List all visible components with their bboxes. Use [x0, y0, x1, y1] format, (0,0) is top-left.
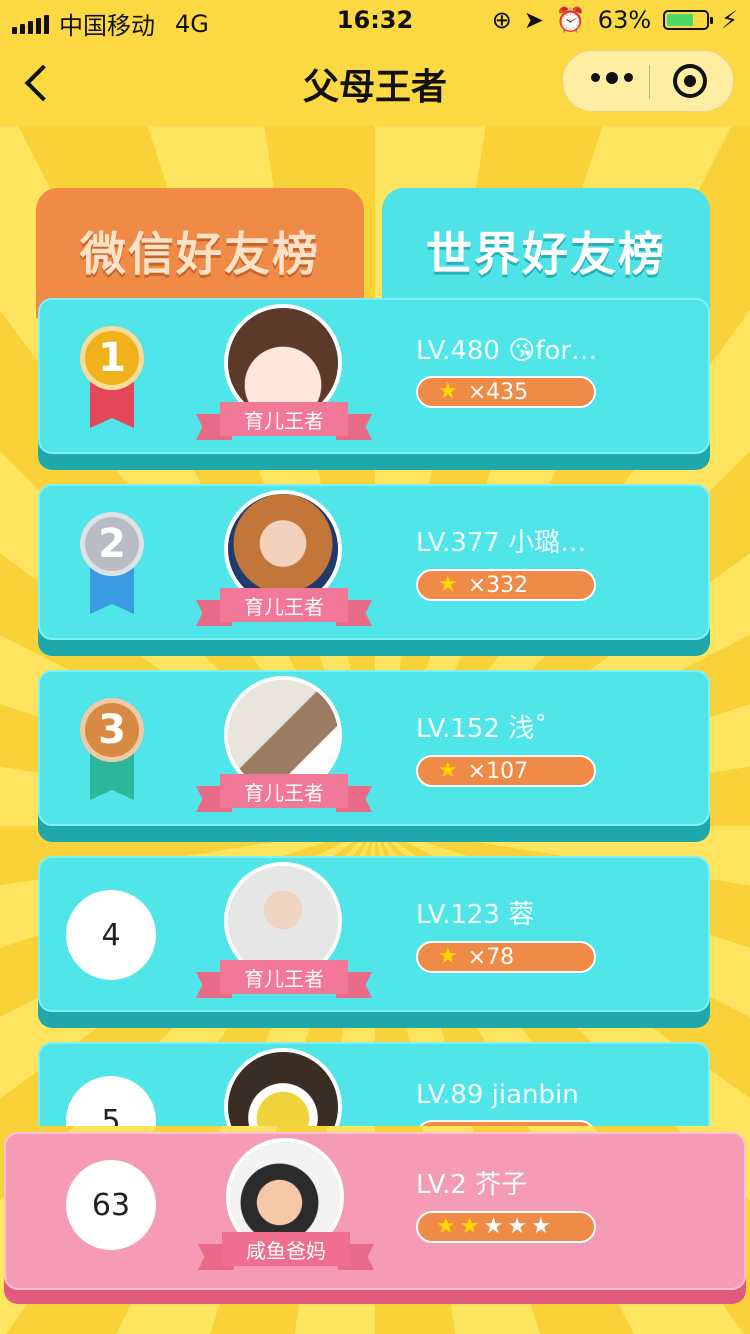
star-icon: ★	[438, 944, 458, 969]
star-empty-icon: ★	[483, 1214, 504, 1239]
star-icon: ★	[438, 379, 458, 404]
level-and-name: LV.377 小璐…	[416, 528, 587, 558]
alarm-icon: ⏰	[555, 6, 586, 34]
star-icon: ★	[438, 1125, 458, 1127]
nav-bar: 父母王者	[0, 40, 750, 126]
star-count-pill: ★	[416, 1120, 596, 1126]
rank-number: 2	[80, 512, 144, 576]
title-ribbon: 育儿王者	[196, 588, 372, 626]
user-title: 育儿王者	[220, 774, 348, 808]
star-icon: ★	[436, 1214, 456, 1239]
star-count: ×332	[467, 572, 529, 598]
star-count: ×435	[467, 379, 529, 405]
status-bar: 中国移动 4G 16:32 ⊕ ➤ ⏰ 63% ⚡	[0, 0, 750, 40]
rank-number: 1	[80, 326, 144, 390]
title-ribbon: 育儿王者	[196, 774, 372, 812]
star-empty-icon: ★	[530, 1214, 551, 1239]
my-title: 咸鱼爸妈	[222, 1232, 350, 1266]
orientation-lock-icon: ⊕	[491, 6, 512, 34]
title-ribbon: 育儿王者	[196, 960, 372, 998]
location-icon: ➤	[523, 6, 544, 34]
leaderboard-row[interactable]: 4 育儿王者 LV.123 蓉 ★ ×78	[38, 856, 710, 1028]
my-rank-card[interactable]: 63 咸鱼爸妈 LV.2 芥子 ★ ★ ★ ★ ★	[4, 1132, 746, 1304]
battery-percent: 63%	[597, 6, 652, 34]
title-ribbon: 咸鱼爸妈	[198, 1232, 374, 1270]
charging-icon: ⚡	[721, 6, 738, 34]
rank-number: 3	[80, 698, 144, 762]
star-icon: ★	[438, 758, 458, 783]
level-and-name: LV.89 jianbin	[416, 1080, 579, 1110]
user-title: 育儿王者	[220, 402, 348, 436]
my-rank-number: 63	[66, 1160, 156, 1250]
title-ribbon: 育儿王者	[196, 402, 372, 440]
star-icon: ★	[459, 1214, 480, 1239]
user-title: 育儿王者	[220, 588, 348, 622]
level-and-name: LV.123 蓉	[416, 900, 535, 930]
leaderboard-row[interactable]: 5 LV.89 jianbin ★	[38, 1042, 710, 1126]
star-count-pill: ★ ×78	[416, 941, 596, 973]
leaderboard-row[interactable]: 2 育儿王者 LV.377 小璐… ★ ×332	[38, 484, 710, 656]
star-icon: ★	[438, 572, 458, 597]
leaderboard-list[interactable]: 1 育儿王者 LV.480 😘for… ★ ×435 2 育儿王者 LV.377…	[0, 296, 750, 1126]
star-count: ×107	[467, 758, 529, 784]
star-count-pill: ★ ×435	[416, 376, 596, 408]
star-empty-icon: ★	[507, 1214, 527, 1239]
bronze-medal-icon: 3	[76, 698, 152, 808]
battery-icon	[663, 10, 714, 30]
level-and-name: LV.480 😘for…	[416, 336, 598, 366]
star-count-pill: ★ ×332	[416, 569, 596, 601]
star-count-pill: ★ ×107	[416, 755, 596, 787]
silver-medal-icon: 2	[76, 512, 152, 622]
more-icon[interactable]	[591, 72, 633, 84]
my-level-and-name: LV.2 芥子	[416, 1170, 528, 1200]
miniprogram-capsule	[562, 50, 734, 112]
user-title: 育儿王者	[220, 960, 348, 994]
gold-medal-icon: 1	[76, 326, 152, 436]
close-miniprogram-icon[interactable]	[673, 64, 707, 98]
level-and-name: LV.152 浅˚	[416, 714, 548, 744]
star-count: ×78	[467, 944, 515, 970]
rank-number: 4	[66, 890, 156, 980]
capsule-divider	[649, 65, 650, 99]
leaderboard-row[interactable]: 1 育儿王者 LV.480 😘for… ★ ×435	[38, 298, 710, 470]
leaderboard-row[interactable]: 3 育儿王者 LV.152 浅˚ ★ ×107	[38, 670, 710, 842]
my-star-rating: ★ ★ ★ ★ ★	[416, 1211, 596, 1243]
